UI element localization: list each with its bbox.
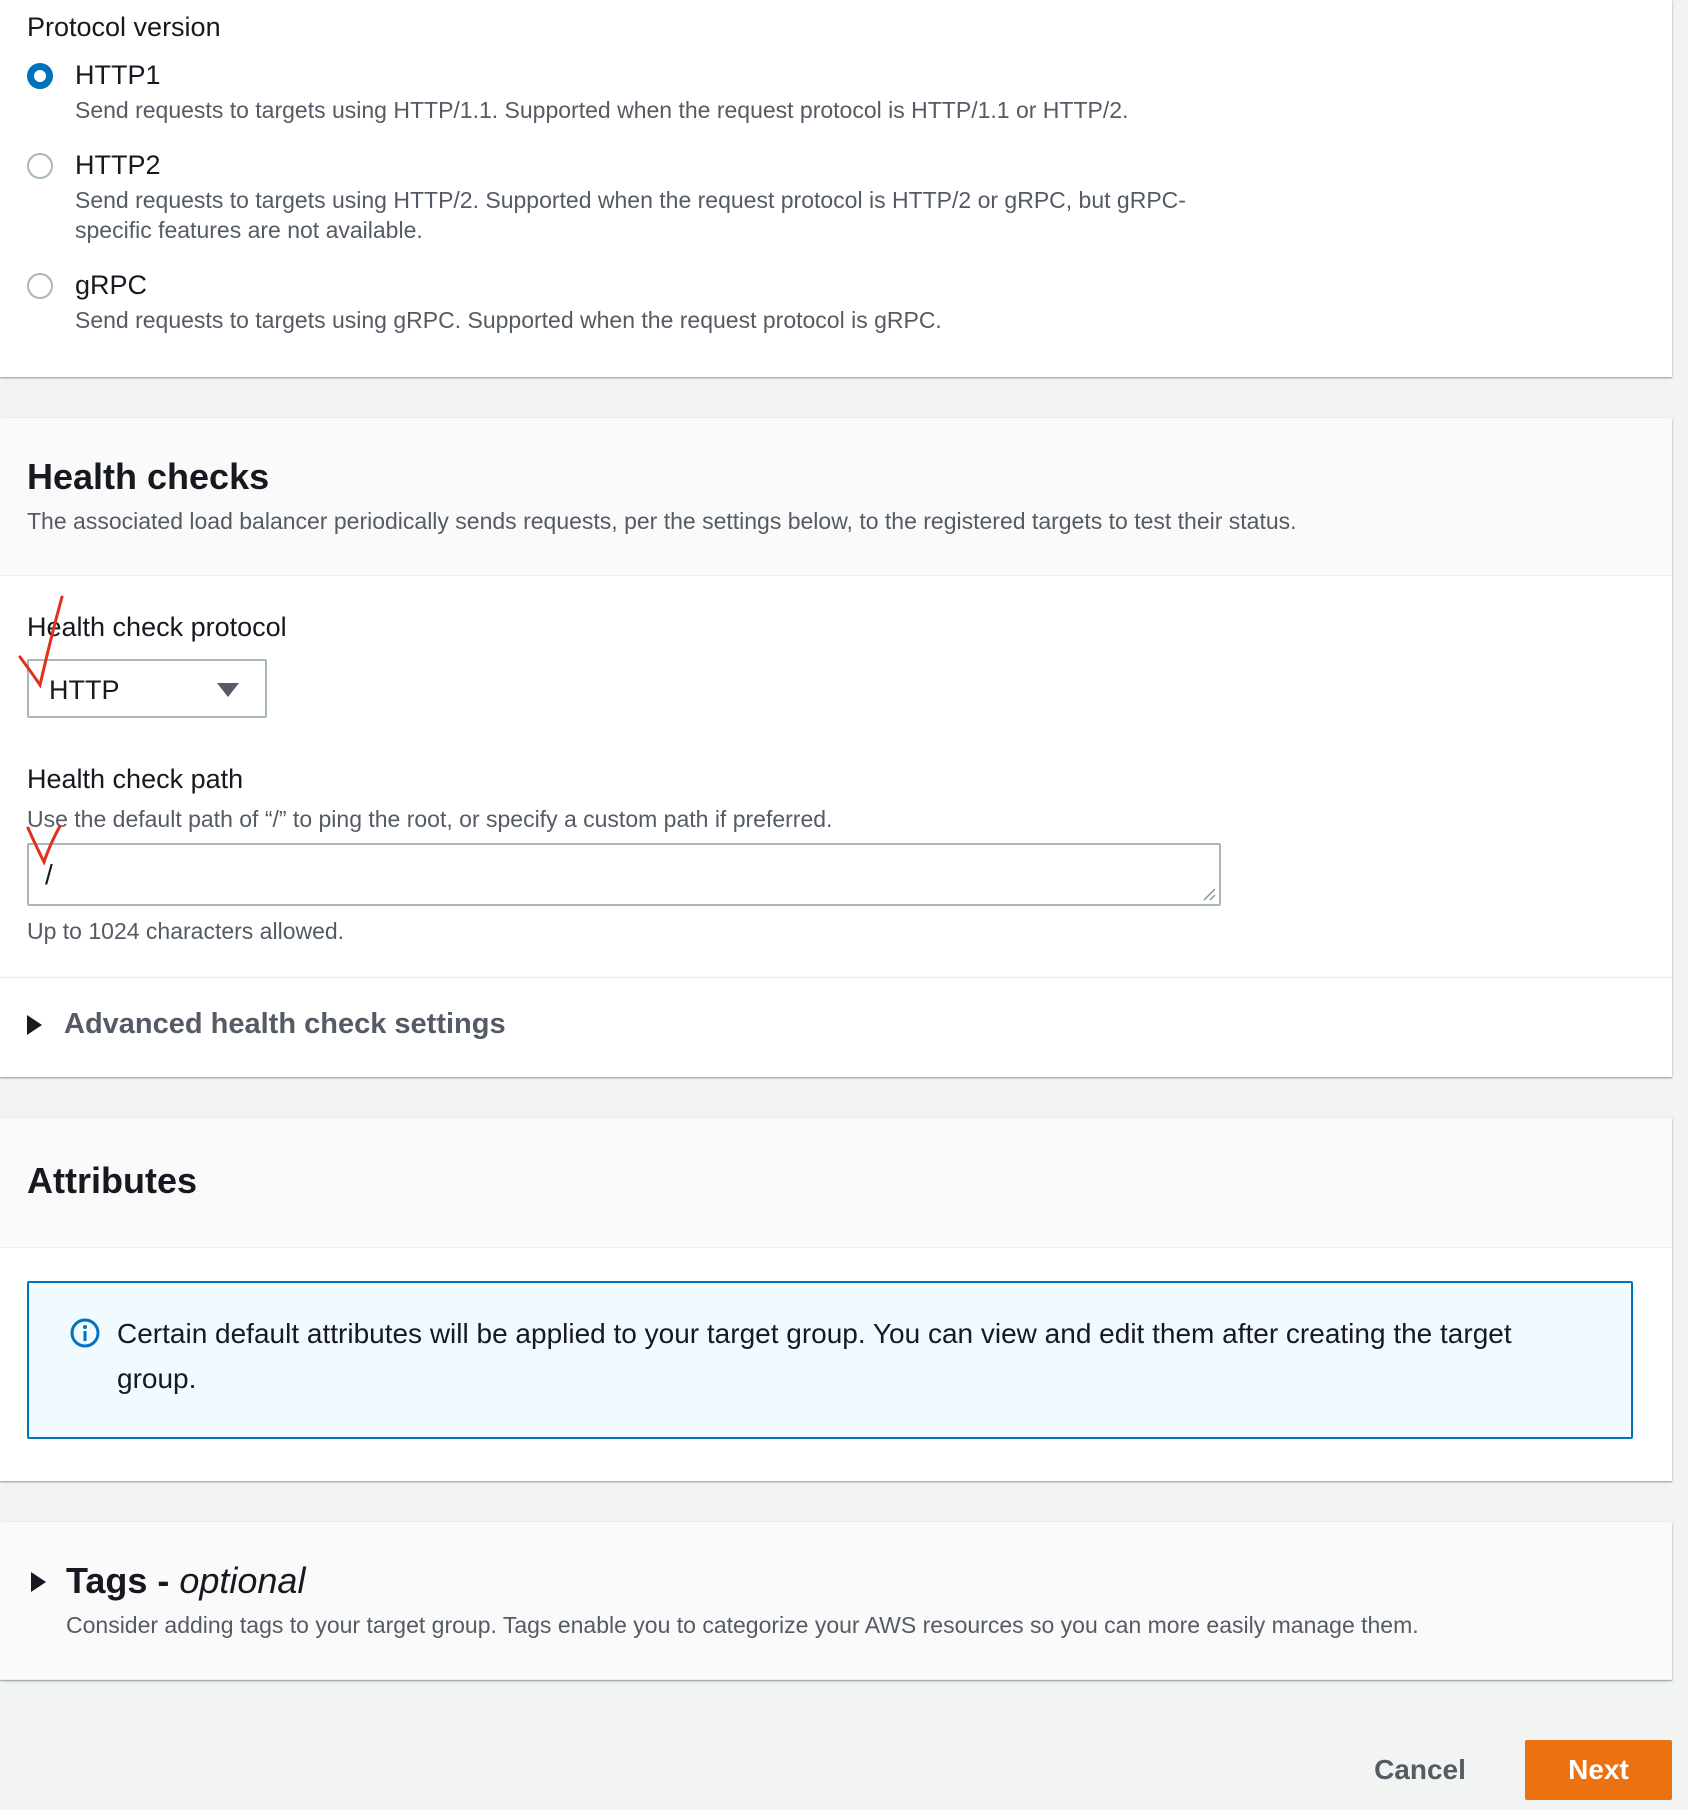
health-check-path-input[interactable]: / [27,843,1221,906]
health-checks-title: Health checks [27,456,270,497]
radio-http1-button[interactable] [27,63,53,89]
protocol-version-label: Protocol version [27,12,221,42]
checkmark-annotation-icon [26,824,62,866]
health-check-path-label: Health check path [27,764,244,794]
tags-description: Consider adding tags to your target grou… [66,1612,1419,1638]
info-icon [70,1318,100,1348]
cancel-button[interactable]: Cancel [1360,1740,1480,1800]
radio-http1-description: Send requests to targets using HTTP/1.1.… [75,97,1129,123]
caret-down-icon [217,683,239,697]
tags-title-optional: optional [179,1560,306,1601]
attributes-info-text: Certain default attributes will be appli… [117,1318,1512,1394]
health-checks-header: Health checks The associated load balanc… [0,418,1672,576]
divider [0,977,1672,978]
checkmark-annotation-icon [18,595,64,688]
health-check-path-hint: Use the default path of “/” to ping the … [27,806,833,832]
next-button[interactable]: Next [1525,1740,1672,1800]
attributes-header: Attributes [0,1118,1672,1248]
advanced-health-check-label: Advanced health check settings [64,1008,506,1040]
caret-right-icon [27,1014,42,1035]
radio-http1-label: HTTP1 [75,60,161,90]
radio-http2-description: Send requests to targets using HTTP/2. S… [75,187,1186,243]
radio-grpc-label: gRPC [75,270,148,300]
tags-title: Tags - optional [66,1560,305,1602]
attributes-info-alert: Certain default attributes will be appli… [27,1281,1633,1439]
radio-grpc-button[interactable] [27,273,53,299]
attributes-title: Attributes [27,1160,197,1201]
radio-grpc-description: Send requests to targets using gRPC. Sup… [75,307,942,333]
health-checks-panel: Health checks The associated load balanc… [0,418,1672,1077]
resize-handle-icon[interactable] [1200,885,1216,901]
tags-panel: Tags - optional Consider adding tags to … [0,1522,1672,1680]
protocol-version-panel: Protocol version HTTP1 Send requests to … [0,0,1672,377]
tags-header[interactable]: Tags - optional Consider adding tags to … [0,1522,1672,1680]
health-check-path-constraint: Up to 1024 characters allowed. [27,918,345,944]
radio-http2-button[interactable] [27,153,53,179]
radio-http2-label: HTTP2 [75,150,161,180]
health-checks-description: The associated load balancer periodicall… [27,508,1297,534]
advanced-health-check-expander[interactable]: Advanced health check settings [27,1008,506,1041]
tags-title-main: Tags - [66,1560,180,1601]
caret-right-icon [31,1572,46,1592]
